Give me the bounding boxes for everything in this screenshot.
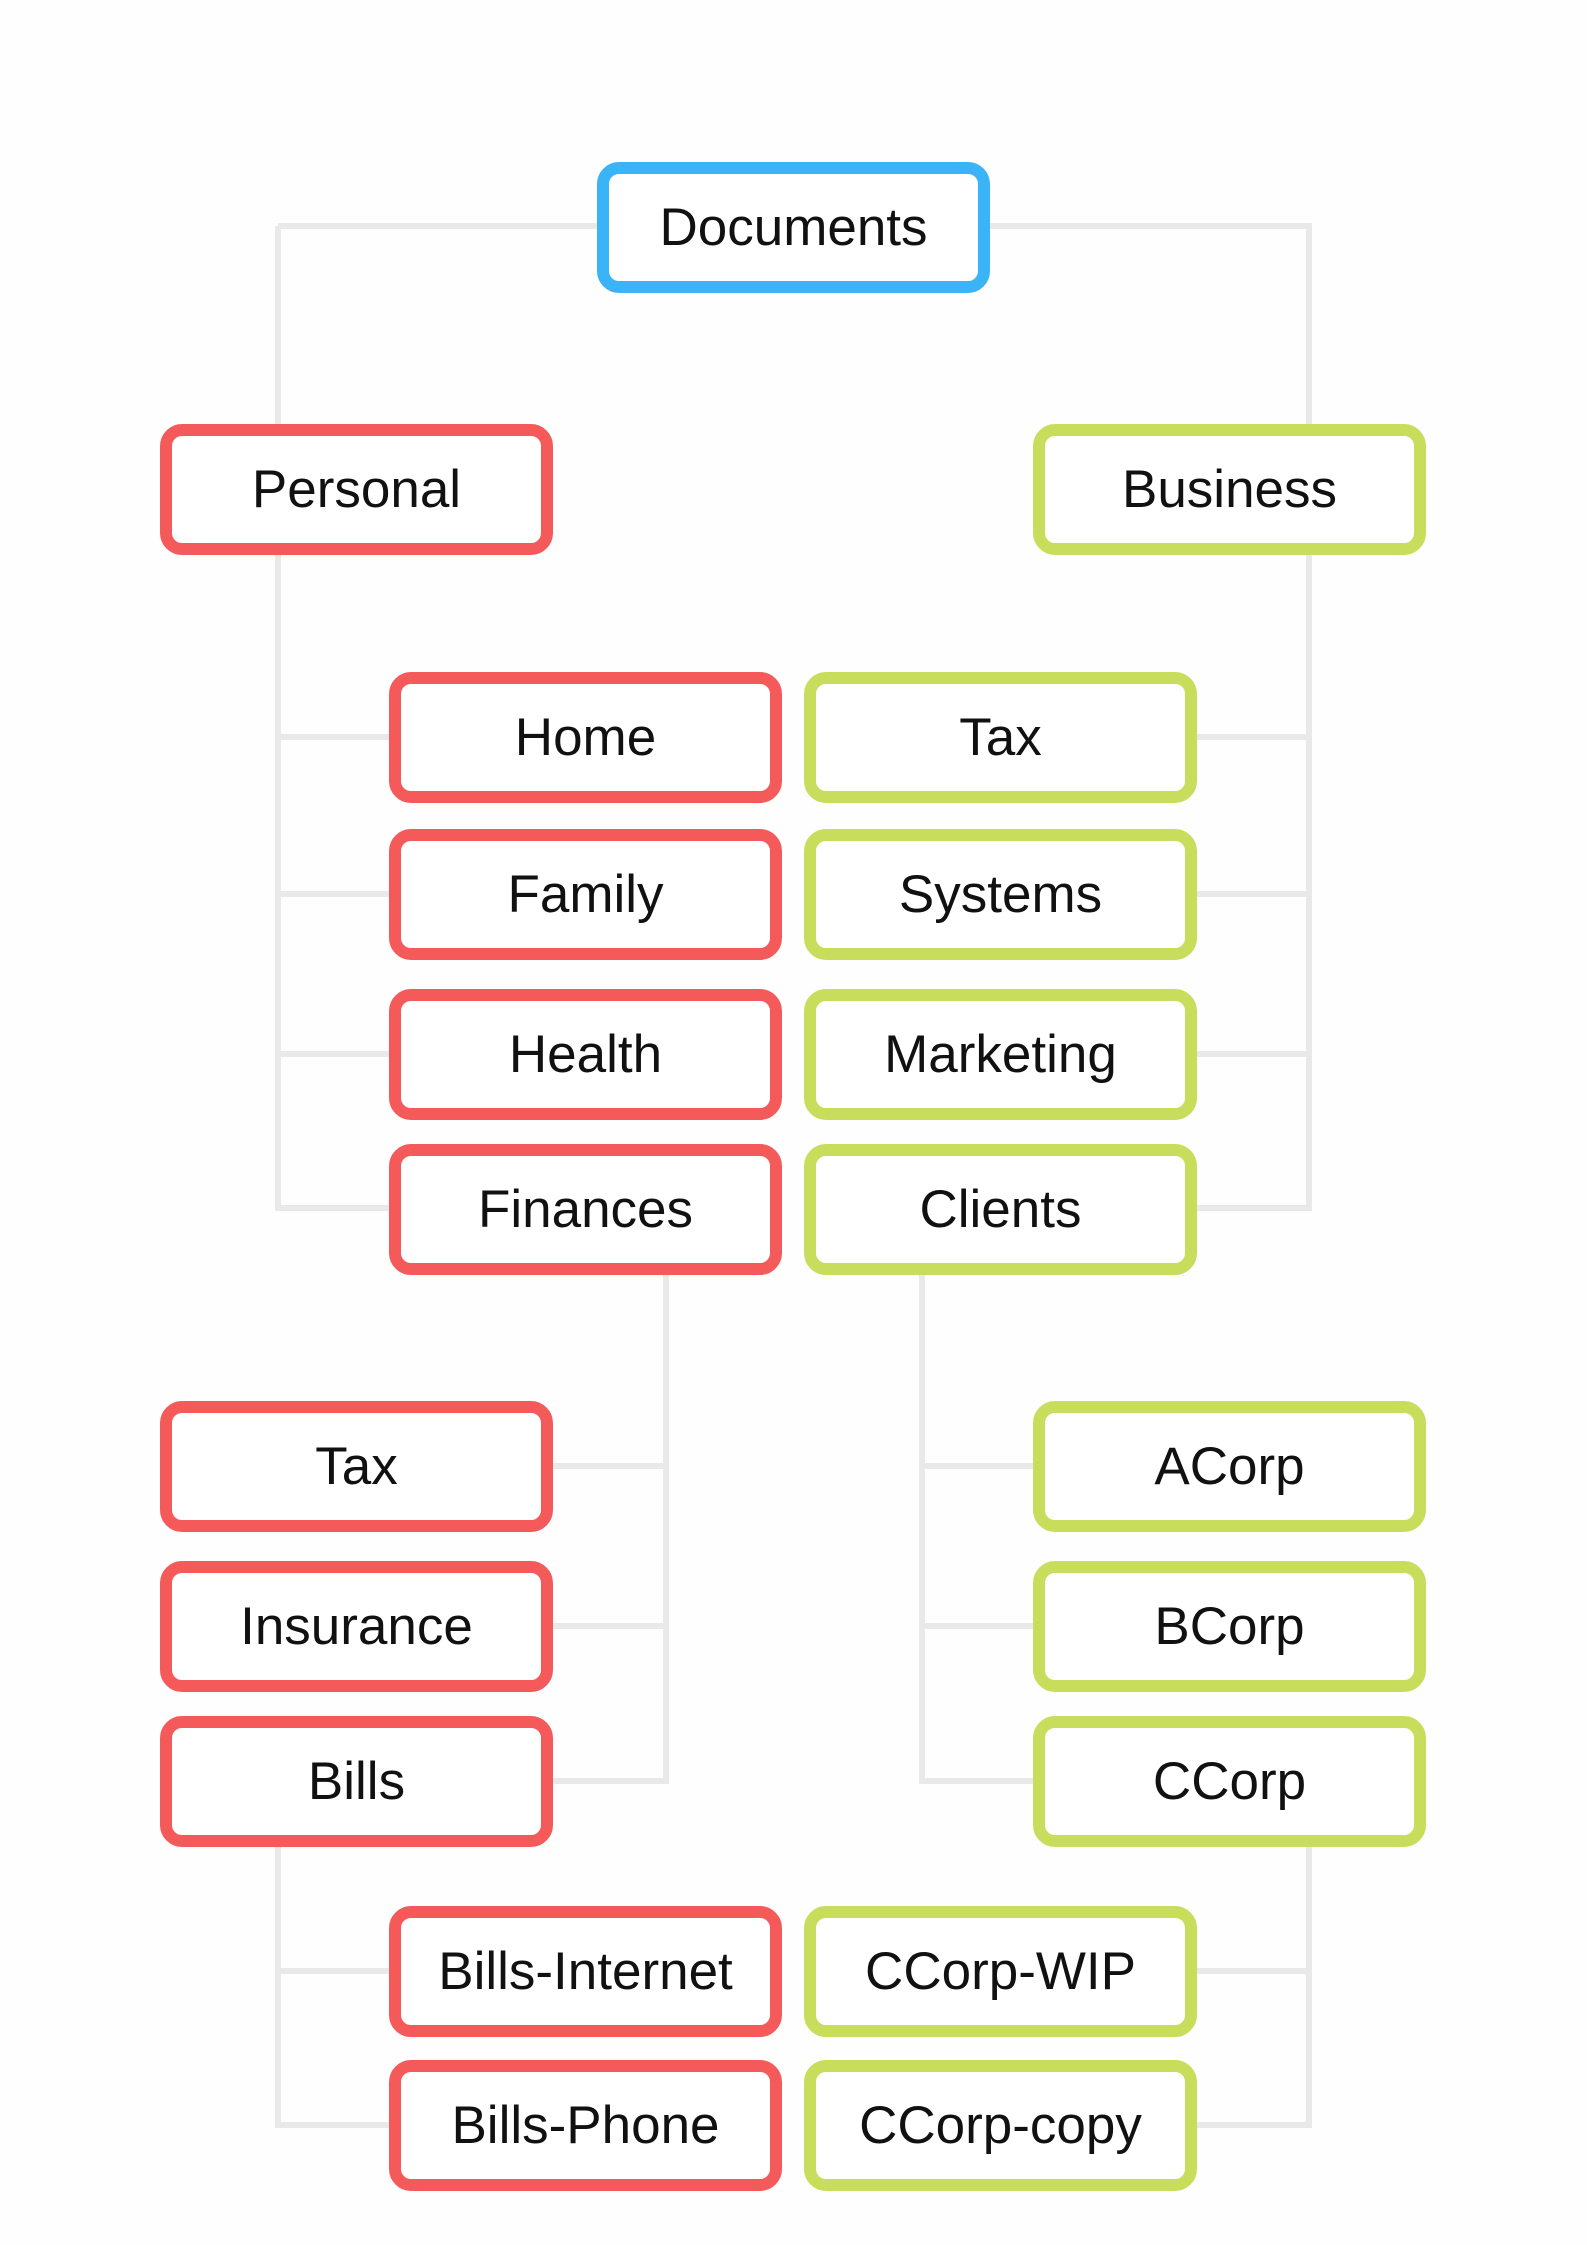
node-insurance[interactable]: Insurance — [160, 1561, 553, 1692]
node-health[interactable]: Health — [389, 989, 782, 1120]
connector-line — [275, 226, 281, 1211]
node-label: BCorp — [1154, 1597, 1305, 1656]
node-bcorp[interactable]: BCorp — [1033, 1561, 1426, 1692]
node-label: Clients — [919, 1180, 1082, 1239]
connector-line — [278, 1205, 395, 1211]
connector-line — [278, 2122, 395, 2128]
connector-line — [278, 1051, 395, 1057]
node-label: Finances — [477, 1180, 694, 1239]
node-ccorp[interactable]: CCorp — [1033, 1716, 1426, 1847]
node-home[interactable]: Home — [389, 672, 782, 803]
connector-line — [1194, 891, 1312, 897]
connector-line — [550, 1778, 669, 1784]
connector-line — [1194, 1205, 1312, 1211]
node-label: Personal — [251, 460, 462, 519]
node-label: CCorp-copy — [859, 2096, 1142, 2155]
connector-line — [919, 1272, 925, 1784]
connector-line — [550, 1623, 669, 1629]
node-label: Systems — [898, 865, 1103, 924]
node-business-tax[interactable]: Tax — [804, 672, 1197, 803]
connector-line — [275, 1845, 281, 2128]
node-bills-phone[interactable]: Bills-Phone — [389, 2060, 782, 2191]
node-systems[interactable]: Systems — [804, 829, 1197, 960]
connector-line — [1194, 2122, 1312, 2128]
node-finances-tax[interactable]: Tax — [160, 1401, 553, 1532]
node-label: Documents — [659, 198, 928, 257]
node-ccorp-copy[interactable]: CCorp-copy — [804, 2060, 1197, 2191]
connector-line — [550, 1463, 669, 1469]
node-personal[interactable]: Personal — [160, 424, 553, 555]
node-label: Bills — [307, 1752, 406, 1811]
connector-line — [278, 734, 395, 740]
node-bills[interactable]: Bills — [160, 1716, 553, 1847]
node-label: Business — [1121, 460, 1338, 519]
node-clients[interactable]: Clients — [804, 1144, 1197, 1275]
node-business[interactable]: Business — [1033, 424, 1426, 555]
node-label: Health — [508, 1025, 663, 1084]
node-bills-internet[interactable]: Bills-Internet — [389, 1906, 782, 2037]
connector-line — [1306, 1845, 1312, 2128]
node-label: CCorp — [1152, 1752, 1307, 1811]
connector-line — [278, 891, 395, 897]
connector-line — [988, 223, 1312, 229]
node-family[interactable]: Family — [389, 829, 782, 960]
connector-line — [1194, 1968, 1312, 1974]
connector-line — [1306, 226, 1312, 1211]
node-label: Bills-Internet — [438, 1942, 733, 2001]
node-label: Home — [514, 708, 657, 767]
connector-line — [278, 223, 603, 229]
node-label: Family — [507, 865, 664, 924]
connector-line — [1194, 734, 1312, 740]
node-finances[interactable]: Finances — [389, 1144, 782, 1275]
node-documents[interactable]: Documents — [597, 162, 990, 293]
node-label: Bills-Phone — [451, 2096, 720, 2155]
node-label: Tax — [959, 708, 1042, 767]
node-acorp[interactable]: ACorp — [1033, 1401, 1426, 1532]
connector-line — [922, 1778, 1039, 1784]
node-label: Insurance — [240, 1597, 473, 1656]
node-label: Marketing — [884, 1025, 1117, 1084]
node-label: Tax — [315, 1437, 398, 1496]
node-marketing[interactable]: Marketing — [804, 989, 1197, 1120]
connector-line — [922, 1463, 1039, 1469]
connector-line — [922, 1623, 1039, 1629]
node-label: CCorp-WIP — [865, 1942, 1136, 2001]
connector-line — [278, 1968, 395, 1974]
connector-line — [1194, 1051, 1312, 1057]
node-ccorp-wip[interactable]: CCorp-WIP — [804, 1906, 1197, 2037]
node-label: ACorp — [1154, 1437, 1305, 1496]
connector-line — [663, 1272, 669, 1784]
